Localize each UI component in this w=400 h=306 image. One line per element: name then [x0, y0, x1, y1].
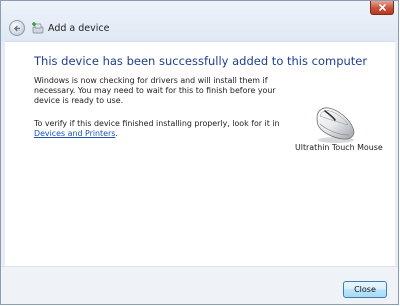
device-name-label: Ultrathin Touch Mouse [295, 143, 383, 152]
footer-bar: Close [1, 266, 398, 304]
add-device-icon [32, 22, 44, 34]
verify-info-prefix: To verify if this device finished instal… [34, 119, 280, 128]
verify-info-text: To verify if this device finished instal… [34, 119, 286, 139]
title-bar: Add a device [1, 1, 398, 41]
add-device-window: Add a device This device has been succes… [0, 0, 399, 305]
close-button[interactable]: Close [343, 281, 387, 298]
back-button[interactable] [9, 20, 25, 36]
devices-and-printers-link[interactable]: Devices and Printers [34, 129, 115, 138]
close-icon [378, 3, 387, 12]
content-area: This device has been successfully added … [5, 41, 395, 266]
page-heading: This device has been successfully added … [34, 54, 368, 68]
window-title: Add a device [48, 23, 110, 34]
mouse-icon [316, 107, 355, 143]
window-close-button[interactable] [370, 1, 394, 15]
verify-info-suffix: . [115, 129, 118, 139]
back-arrow-icon [13, 25, 20, 32]
driver-info-text: Windows is now checking for drivers and … [34, 76, 276, 106]
